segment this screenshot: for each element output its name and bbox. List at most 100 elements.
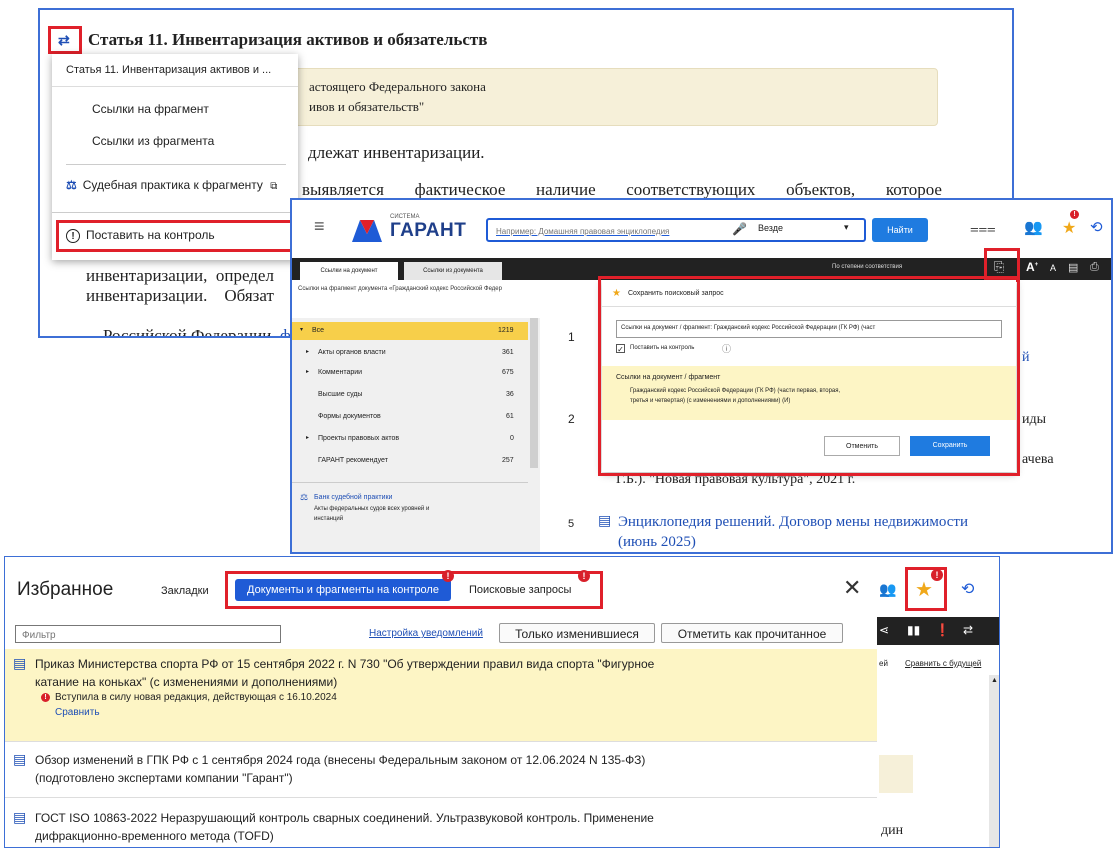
tree-label: Все <box>312 327 325 334</box>
tree-item[interactable]: ▸ Проекты правовых актов 0 <box>292 430 528 448</box>
side-content: ей Сравнить с будущей ▲ дин <box>877 645 999 847</box>
filter-input[interactable] <box>20 627 274 643</box>
list-item[interactable]: ▤ Приказ Министерства спорта РФ от 15 се… <box>5 649 877 741</box>
scroll-up-icon[interactable]: ▲ <box>991 677 998 684</box>
tab-links-from-document[interactable]: Ссылки из документа <box>404 262 502 280</box>
bank-desc: Акты федеральных судов всех уровней и <box>314 506 430 512</box>
result-num: 5 <box>568 518 575 530</box>
save-query-dialog: ★ Сохранить поисковый запрос Ссылки на д… <box>598 276 1020 476</box>
bank-title-link[interactable]: Банк судебной практики <box>314 494 392 501</box>
font-small-icon[interactable]: A <box>1050 263 1056 273</box>
compare-future-link[interactable]: Сравнить с будущей <box>905 659 981 668</box>
alert-icon[interactable]: ❗ <box>935 623 950 637</box>
alert-circle-icon: ! <box>66 229 80 243</box>
find-button[interactable]: Найти <box>872 218 928 242</box>
history-icon[interactable]: ⟲ <box>1090 218 1103 236</box>
result-text[interactable]: иды <box>1022 412 1046 428</box>
list-item[interactable]: ▤ ГОСТ ISO 10863-2022 Неразрушающий конт… <box>5 799 877 847</box>
tree-item[interactable]: ▸ Комментарии 675 <box>292 364 528 382</box>
note-line-2: ивов и обязательств" <box>309 99 425 114</box>
side-text: ей <box>879 659 888 668</box>
query-name-input[interactable]: Ссылки на документ / фрагмент: Гражданск… <box>616 320 1002 338</box>
compare-link[interactable]: Сравнить <box>55 707 100 718</box>
tree-item[interactable]: ГАРАНТ рекомендует 257 <box>292 452 528 470</box>
search-input[interactable] <box>494 222 728 240</box>
hamburger-menu-icon[interactable]: ≡ <box>314 216 325 237</box>
result-text[interactable]: ачева <box>1022 452 1054 468</box>
note-line-1: астоящего Федерального закона <box>309 79 486 94</box>
article-line-1: длежат инвентаризации. <box>308 143 485 162</box>
menu-item-court-practice[interactable]: ⚖ Судебная практика к фрагменту ⧉ <box>66 178 277 192</box>
queries-alert-badge: ! <box>578 570 590 582</box>
side-toolbar: 👥 ★ ! ⟲ <box>877 557 999 617</box>
list-search-icon[interactable]: ⩶ <box>970 220 996 237</box>
tree-label: Формы документов <box>318 413 381 420</box>
font-size-icon[interactable]: A+ <box>1026 260 1038 274</box>
help-icon[interactable]: ⓘ <box>722 342 731 355</box>
tree-label: Комментарии <box>318 369 363 376</box>
save-query-icon[interactable]: ⎘ <box>994 259 1004 275</box>
close-icon[interactable]: ✕ <box>843 575 861 601</box>
bookmark-icon[interactable]: ▮▮ <box>907 623 920 637</box>
word: выявляется <box>302 180 384 199</box>
result-text[interactable]: й <box>1022 350 1030 366</box>
print-icon[interactable]: ⎙ <box>1090 261 1099 274</box>
doc-icon[interactable]: ▤ <box>1068 261 1078 274</box>
tree-count: 675 <box>502 369 514 376</box>
scope-select[interactable]: Везде <box>758 223 783 233</box>
list-item[interactable]: ▤ Обзор изменений в ГПК РФ с 1 сентября … <box>5 743 877 797</box>
microphone-icon[interactable]: 🎤 <box>732 222 747 236</box>
favorites-star-icon[interactable]: ★ <box>1062 218 1076 238</box>
bank-desc: инстанций <box>314 516 344 522</box>
section-text: третья и четвертая) (с изменениями и доп… <box>630 398 791 404</box>
chevron-down-icon[interactable]: ▾ <box>844 222 849 233</box>
tree-item[interactable]: Формы документов 61 <box>292 408 528 426</box>
menu-item-links-to-fragment[interactable]: Ссылки на фрагмент <box>92 102 209 116</box>
notify-settings-link[interactable]: Настройка уведомлений <box>369 628 483 639</box>
side-scrollbar[interactable] <box>989 675 999 847</box>
menu-item-set-control[interactable]: ! Поставить на контроль <box>66 228 215 243</box>
tab-links-to-document[interactable]: Ссылки на документ <box>300 262 398 280</box>
favorites-star-icon[interactable]: ★ <box>915 577 933 602</box>
result-5-line1[interactable]: Энциклопедия решений. Договор мены недви… <box>618 514 968 531</box>
item-title: Обзор изменений в ГПК РФ с 1 сентября 20… <box>35 753 646 767</box>
tree-count: 61 <box>506 413 514 420</box>
item-title: катание на коньках" (с изменениями и доп… <box>35 675 338 689</box>
court-icon: ⚖ <box>300 492 309 502</box>
court-practice-label: Судебная практика к фрагменту <box>82 178 263 192</box>
menu-item-links-from-fragment[interactable]: Ссылки из фрагмента <box>92 134 214 148</box>
tree-item[interactable]: Высшие суды 36 <box>292 386 528 404</box>
mark-read-button[interactable]: Отметить как прочитанное <box>661 623 843 643</box>
link-icon[interactable]: ⇄ <box>963 623 973 637</box>
dialog-section: Ссылки на документ / фрагмент Граждански… <box>602 366 1016 420</box>
share-icon[interactable]: ⋖ <box>879 623 889 637</box>
alert-icon: ! <box>41 693 50 702</box>
section-title: Ссылки на документ / фрагмент <box>616 374 721 381</box>
history-icon[interactable]: ⟲ <box>961 579 974 599</box>
save-button[interactable]: Сохранить <box>910 436 990 456</box>
checkbox-checked[interactable]: ✓ <box>616 344 625 354</box>
tree-item-all[interactable]: ▾ Все 1219 <box>292 322 528 340</box>
menu-divider <box>66 164 286 165</box>
link-chain-icon[interactable]: ⇄ <box>58 32 70 49</box>
word: объектов, <box>786 180 856 199</box>
search-box: 🎤 Везде ▾ <box>486 218 866 242</box>
tab-search-queries[interactable]: Поисковые запросы <box>469 584 571 596</box>
item-title: (подготовлено экспертами компании "Гаран… <box>35 771 293 785</box>
users-icon[interactable]: 👥 <box>1024 218 1043 236</box>
tab-bookmarks[interactable]: Закладки <box>161 585 209 597</box>
favorites-frame: Избранное Закладки Документы и фрагменты… <box>4 556 1000 848</box>
document-icon: ▤ <box>13 809 27 825</box>
users-icon[interactable]: 👥 <box>879 581 896 598</box>
only-changed-button[interactable]: Только изменившиеся <box>499 623 655 643</box>
sort-label[interactable]: По степени соответствия <box>832 264 902 270</box>
cancel-button[interactable]: Отменить <box>824 436 900 456</box>
tab-docs-on-control[interactable]: Документы и фрагменты на контроле <box>235 579 451 601</box>
tree-count: 1219 <box>498 327 514 334</box>
item-title: Приказ Министерства спорта РФ от 15 сент… <box>35 657 655 671</box>
set-control-label: Поставить на контроль <box>86 228 215 242</box>
result-5-line2[interactable]: (июнь 2025) <box>618 534 696 551</box>
tree-scrollbar[interactable] <box>530 318 538 468</box>
tree-item[interactable]: ▸ Акты органов власти 361 <box>292 344 528 362</box>
tree-label: Проекты правовых актов <box>318 435 400 442</box>
